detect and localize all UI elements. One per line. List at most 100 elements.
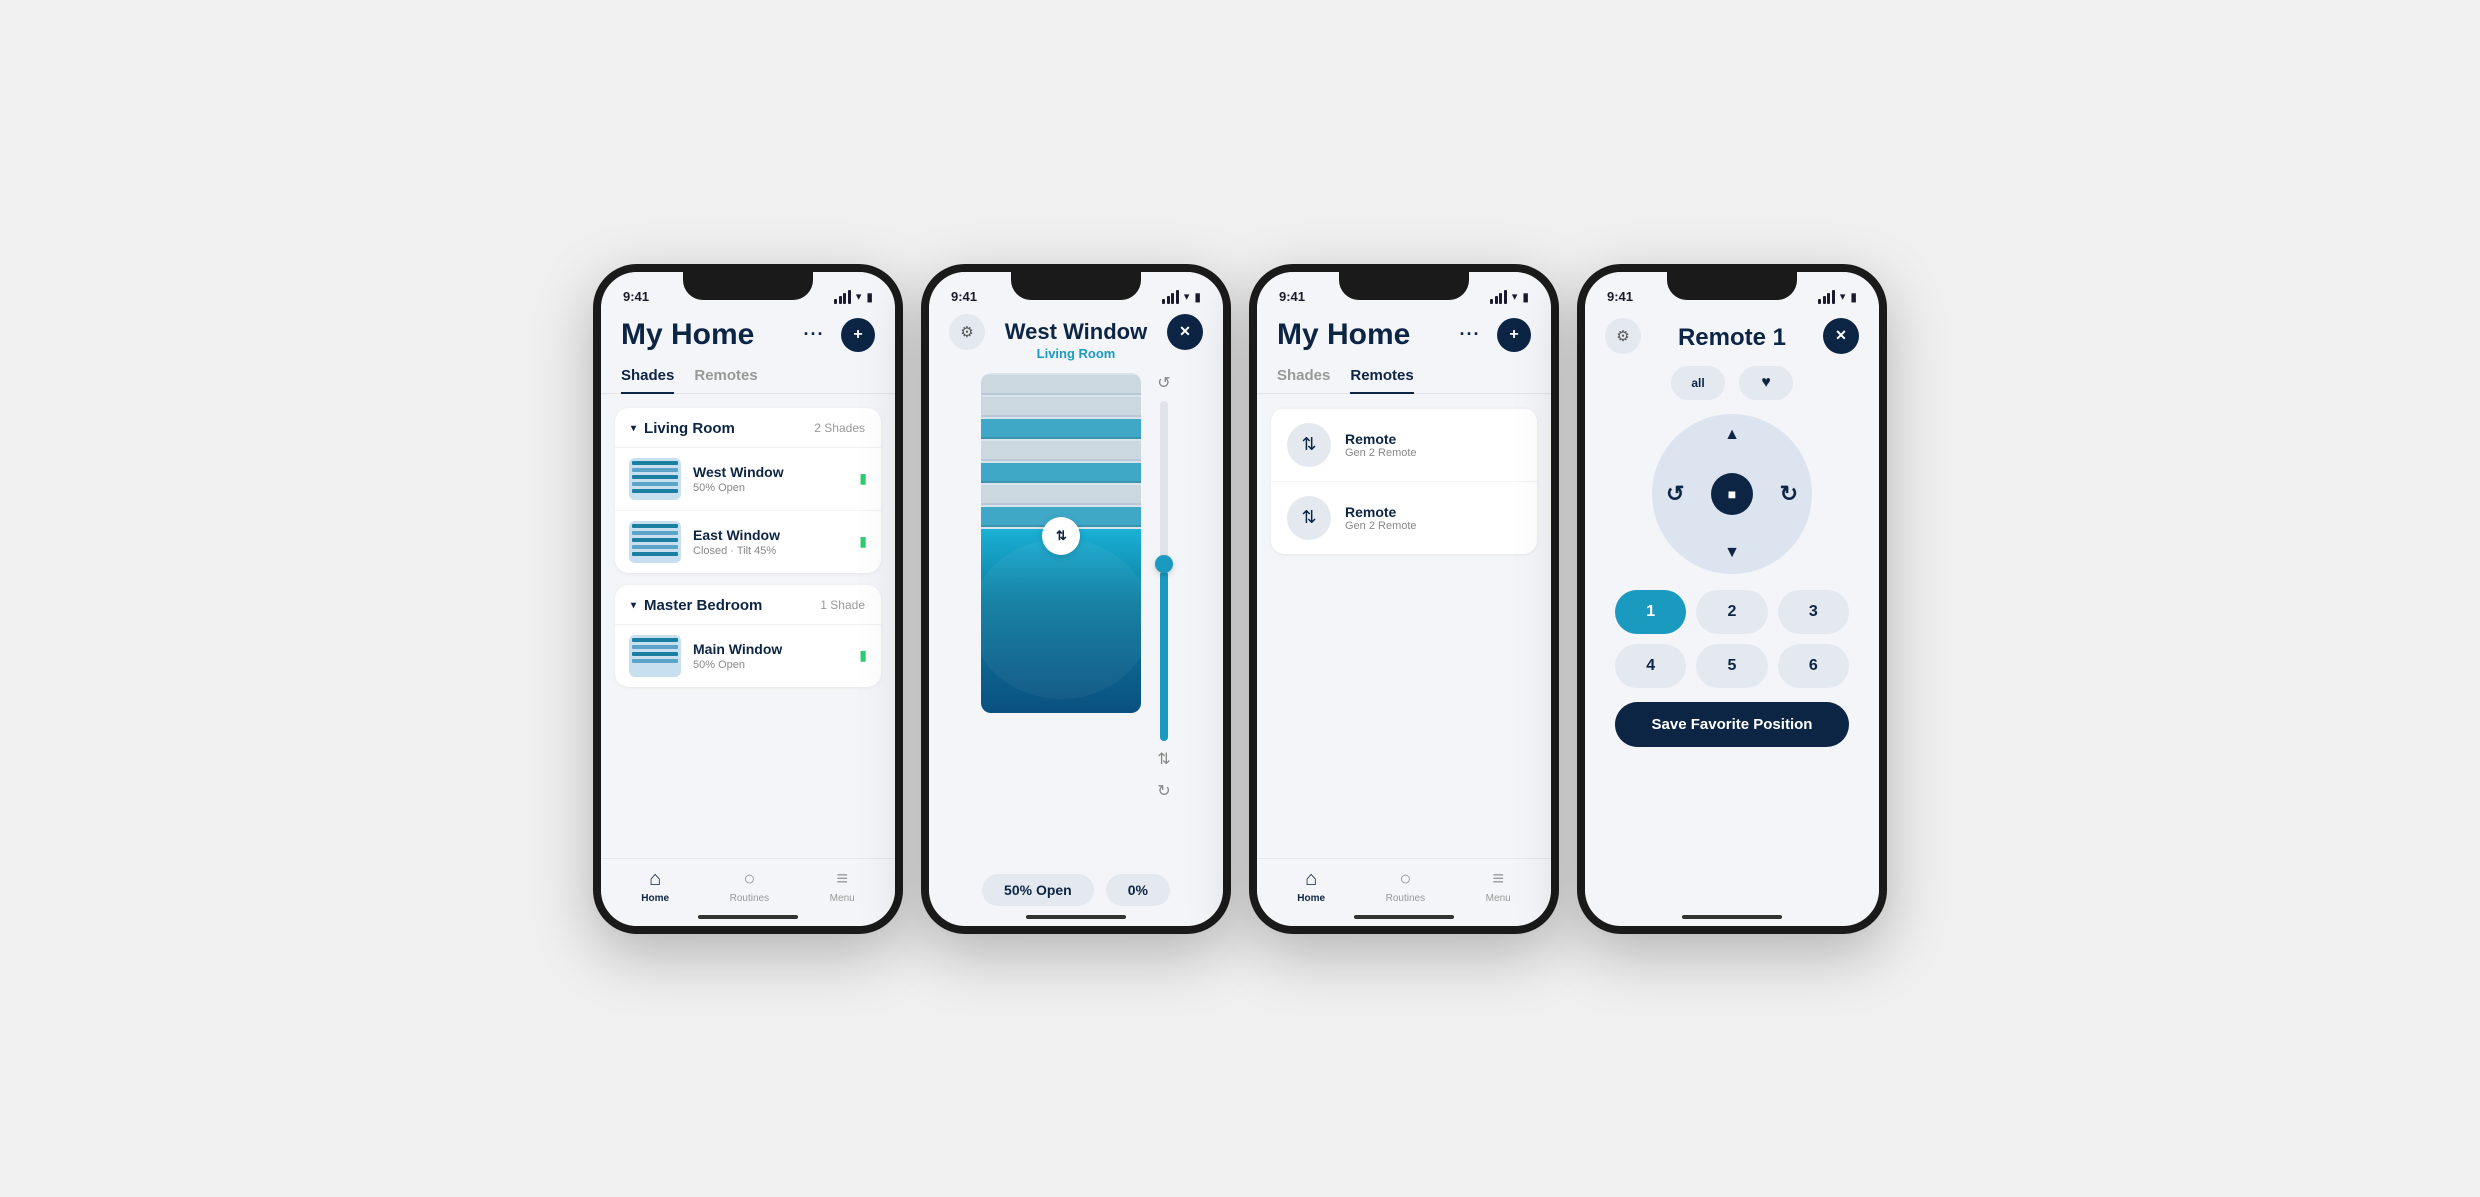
phone-1-time: 9:41 xyxy=(623,289,649,304)
routines-icon: ○ xyxy=(743,868,755,891)
remote-favorite-button[interactable]: ♥ xyxy=(1739,366,1793,400)
wifi-icon-3: ▾ xyxy=(1512,290,1518,303)
shade-handle[interactable]: ⇅ xyxy=(1042,517,1080,555)
tab-remotes-1[interactable]: Remotes xyxy=(694,357,757,394)
room-master-bedroom-header[interactable]: ▾ Master Bedroom 1 Shade xyxy=(615,585,881,624)
slider-thumb[interactable] xyxy=(1155,555,1173,573)
phone-2: 9:41 ▾ ▮ ⚙ West Window xyxy=(921,264,1231,934)
remote-type-2: Gen 2 Remote xyxy=(1345,520,1417,532)
nav-home-3[interactable]: ⌂ Home xyxy=(1297,868,1325,904)
room-master-bedroom-title: ▾ Master Bedroom xyxy=(631,597,762,614)
room-living-room-header[interactable]: ▾ Living Room 2 Shades xyxy=(615,408,881,447)
room-living-room-name: Living Room xyxy=(644,420,735,437)
shade-visual-wrapper: ⇅ xyxy=(981,373,1141,713)
shade-rotate-up-button[interactable]: ↺ xyxy=(1157,373,1170,393)
tab-shades-1[interactable]: Shades xyxy=(621,357,674,394)
nav-menu-1[interactable]: ≡ Menu xyxy=(830,868,855,904)
dpad-up-button[interactable]: ▲ xyxy=(1724,426,1740,444)
menu-icon: ≡ xyxy=(836,868,848,891)
home-icon-3: ⌂ xyxy=(1305,868,1317,891)
more-options-button-3[interactable]: ··· xyxy=(1453,318,1487,352)
wifi-icon: ▾ xyxy=(856,290,862,303)
remote-info-1: Remote Gen 2 Remote xyxy=(1345,431,1417,459)
more-options-button[interactable]: ··· xyxy=(797,318,831,352)
home-icon: ⌂ xyxy=(649,868,661,891)
signal-bars-2 xyxy=(1162,290,1179,304)
remote-item-1[interactable]: ⇅ Remote Gen 2 Remote xyxy=(1271,408,1537,481)
shade-detail-header: ⚙ West Window ✕ xyxy=(949,320,1203,344)
shade-east-window-name: East Window xyxy=(693,527,847,543)
dpad-rotate-left-button[interactable]: ↺ xyxy=(1666,481,1684,507)
nav-home-label-1: Home xyxy=(641,893,669,904)
save-favorite-position-button[interactable]: Save Favorite Position xyxy=(1615,702,1849,747)
shade-main-window[interactable]: Main Window 50% Open ▮ xyxy=(615,624,881,687)
phone-4: 9:41 ▾ ▮ ⚙ Remote 1 ✕ xyxy=(1577,264,1887,934)
phone-3-home-indicator xyxy=(1354,915,1454,919)
remote-num-4-button[interactable]: 4 xyxy=(1615,644,1686,688)
remote-num-3-button[interactable]: 3 xyxy=(1778,590,1849,634)
dpad-down-button[interactable]: ▼ xyxy=(1724,544,1740,562)
remote-num-6-button[interactable]: 6 xyxy=(1778,644,1849,688)
shade-main-window-status: 50% Open xyxy=(693,659,847,671)
nav-routines-1[interactable]: ○ Routines xyxy=(730,868,769,904)
remote-num-5-button[interactable]: 5 xyxy=(1696,644,1767,688)
add-button[interactable]: + xyxy=(841,318,875,352)
remote-settings-button[interactable]: ⚙ xyxy=(1605,318,1641,354)
nav-routines-label-1: Routines xyxy=(730,893,769,904)
shade-ocean xyxy=(981,529,1141,713)
shade-west-window[interactable]: West Window 50% Open ▮ xyxy=(615,447,881,510)
phone-3-notch xyxy=(1339,272,1469,300)
remote-num-2-button[interactable]: 2 xyxy=(1696,590,1767,634)
shade-rotate-down-button[interactable]: ↻ xyxy=(1157,781,1170,801)
shade-detail-subtitle: Living Room xyxy=(1037,346,1116,361)
add-button-3[interactable]: + xyxy=(1497,318,1531,352)
battery-icon: ▮ xyxy=(866,290,873,304)
phone-2-time: 9:41 xyxy=(951,289,977,304)
shade-east-window[interactable]: East Window Closed · Tilt 45% ▮ xyxy=(615,510,881,573)
room-master-bedroom-count: 1 Shade xyxy=(820,598,865,612)
remote-num-1-button[interactable]: 1 xyxy=(1615,590,1686,634)
remote-name-2: Remote xyxy=(1345,504,1417,520)
nav-routines-3[interactable]: ○ Routines xyxy=(1386,868,1425,904)
shade-west-window-info: West Window 50% Open xyxy=(693,464,847,494)
phone-3-header: My Home ··· + xyxy=(1257,310,1551,356)
tab-remotes-3[interactable]: Remotes xyxy=(1350,357,1413,394)
shade-east-window-info: East Window Closed · Tilt 45% xyxy=(693,527,847,557)
dpad-stop-button[interactable]: ■ xyxy=(1711,473,1753,515)
remote-all-button[interactable]: all xyxy=(1671,366,1725,400)
phone-3-header-buttons: ··· + xyxy=(1453,318,1531,352)
phones-container: 9:41 ▾ ▮ My Home ··· xyxy=(593,264,1887,934)
phone-4-time: 9:41 xyxy=(1607,289,1633,304)
phone-3-screen: 9:41 ▾ ▮ My Home ··· xyxy=(1257,272,1551,926)
remote-number-grid: 1 2 3 4 5 6 xyxy=(1615,590,1849,688)
signal-bars xyxy=(834,290,851,304)
remote-close-button[interactable]: ✕ xyxy=(1823,318,1859,354)
phone-1-header: My Home ··· + xyxy=(601,310,895,356)
dpad-rotate-right-button[interactable]: ↻ xyxy=(1780,481,1798,507)
tab-shades-3[interactable]: Shades xyxy=(1277,357,1330,394)
shade-west-window-battery: ▮ xyxy=(859,470,867,487)
shade-visual-area: ⇅ ↺ ⇅ ↻ xyxy=(949,373,1203,866)
remotes-list: ⇅ Remote Gen 2 Remote ⇅ Remote Gen 2 Rem… xyxy=(1271,408,1537,554)
phone-1-header-top: My Home ··· + xyxy=(621,318,875,352)
dpad-wheel: ▲ ▼ ↺ ↻ ■ xyxy=(1652,414,1812,574)
shade-main-window-name: Main Window xyxy=(693,641,847,657)
phone-1-status-icons: ▾ ▮ xyxy=(834,290,873,304)
remote-item-2[interactable]: ⇅ Remote Gen 2 Remote xyxy=(1271,481,1537,554)
nav-home-1[interactable]: ⌂ Home xyxy=(641,868,669,904)
phone-2-notch xyxy=(1011,272,1141,300)
shade-main-window-info: Main Window 50% Open xyxy=(693,641,847,671)
menu-icon-3: ≡ xyxy=(1492,868,1504,891)
shade-tilt-pct-button[interactable]: 0% xyxy=(1106,874,1170,906)
shade-position-slider[interactable] xyxy=(1160,401,1168,741)
shade-open-pct-button[interactable]: 50% Open xyxy=(982,874,1094,906)
battery-icon-4: ▮ xyxy=(1850,290,1857,304)
phone-3-title: My Home xyxy=(1277,318,1410,352)
shade-tilt-button[interactable]: ⇅ xyxy=(1157,749,1170,769)
close-button[interactable]: ✕ xyxy=(1167,314,1203,350)
settings-button[interactable]: ⚙ xyxy=(949,314,985,350)
battery-icon-2: ▮ xyxy=(1194,290,1201,304)
phone-4-status-icons: ▾ ▮ xyxy=(1818,290,1857,304)
room-living-room-title: ▾ Living Room xyxy=(631,420,735,437)
nav-menu-3[interactable]: ≡ Menu xyxy=(1486,868,1511,904)
